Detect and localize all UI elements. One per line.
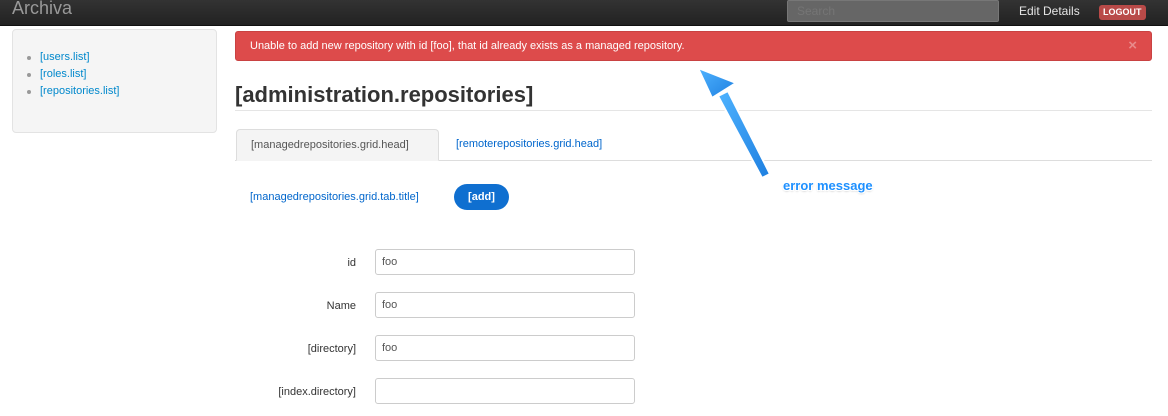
error-alert: Unable to add new repository with id [fo… [235, 31, 1152, 61]
error-message: Unable to add new repository with id [fo… [250, 40, 685, 52]
sidebar-menu: [users.list] [roles.list] [repositories.… [26, 49, 119, 100]
id-field[interactable] [375, 249, 635, 275]
annotation-label: error message [783, 178, 873, 193]
sidebar: [users.list] [roles.list] [repositories.… [12, 29, 217, 133]
sidebar-item-users[interactable]: [users.list] [26, 49, 119, 66]
name-field[interactable] [375, 292, 635, 318]
annotation-arrow-icon [697, 67, 771, 179]
search-input[interactable] [787, 0, 999, 22]
index-directory-label: [index.directory] [278, 386, 356, 398]
directory-field[interactable] [375, 335, 635, 361]
logout-button[interactable]: LOGOUT [1099, 5, 1146, 20]
tab-managed-repositories[interactable]: [managedrepositories.grid.head] [236, 129, 439, 161]
close-icon[interactable]: × [1128, 37, 1137, 54]
index-directory-field[interactable] [375, 378, 635, 404]
top-navbar: Archiva Edit Details LOGOUT [0, 0, 1168, 26]
directory-label: [directory] [307, 343, 356, 355]
sidebar-item-repositories[interactable]: [repositories.list] [26, 83, 119, 100]
brand-logo[interactable]: Archiva [12, 0, 72, 19]
id-label: id [347, 257, 356, 269]
name-label: Name [326, 300, 356, 312]
add-button[interactable]: [add] [454, 184, 509, 210]
tab-remote-repositories[interactable]: [remoterepositories.grid.head] [456, 138, 602, 150]
page-title: [administration.repositories] [235, 82, 534, 107]
sidebar-item-roles[interactable]: [roles.list] [26, 66, 119, 83]
managed-repositories-grid-link[interactable]: [managedrepositories.grid.tab.title] [250, 191, 419, 203]
edit-details-link[interactable]: Edit Details [1019, 4, 1080, 18]
